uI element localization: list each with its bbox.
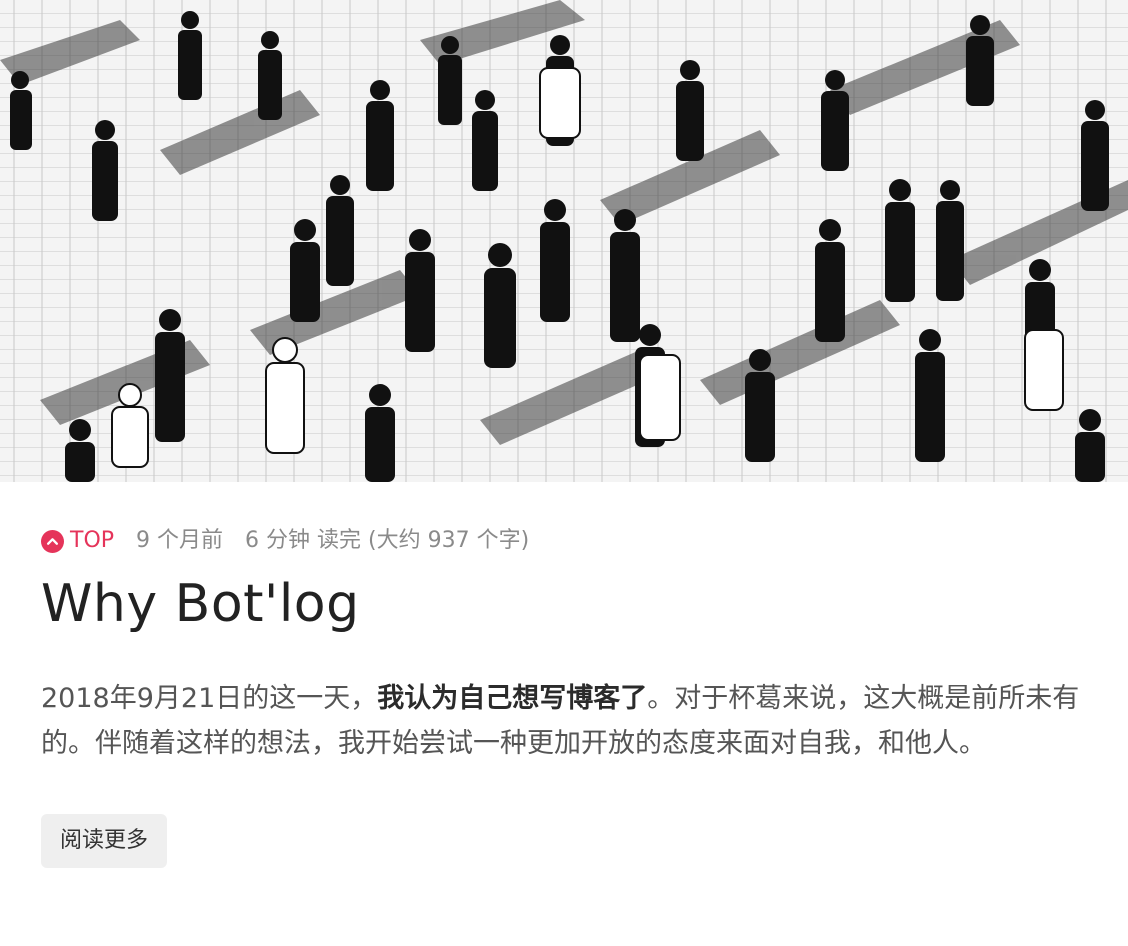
chevron-up-icon <box>41 529 64 553</box>
top-badge: TOP <box>41 526 114 556</box>
post-content: TOP 9 个月前 6 分钟 读完 (大约 937 个字) Why Bot'lo… <box>41 482 1091 868</box>
cover-image[interactable] <box>0 0 1128 482</box>
excerpt-start: 2018年9月21日的这一天， <box>41 683 378 714</box>
top-label: TOP <box>70 528 115 553</box>
post-card: TOP 9 个月前 6 分钟 读完 (大约 937 个字) Why Bot'lo… <box>0 0 1128 946</box>
read-time: 6 分钟 读完 (大约 937 个字) <box>245 528 530 553</box>
post-title[interactable]: Why Bot'log <box>41 572 1091 636</box>
read-more-button[interactable]: 阅读更多 <box>41 814 168 868</box>
post-date: 9 个月前 <box>136 528 224 553</box>
excerpt-bold: 我认为自己想写博客了 <box>377 683 648 714</box>
post-excerpt: 2018年9月21日的这一天，我认为自己想写博客了。对于杯葛来说，这大概是前所未… <box>41 676 1086 766</box>
post-meta: TOP 9 个月前 6 分钟 读完 (大约 937 个字) <box>41 526 1091 556</box>
crowd-illustration <box>0 0 1128 482</box>
